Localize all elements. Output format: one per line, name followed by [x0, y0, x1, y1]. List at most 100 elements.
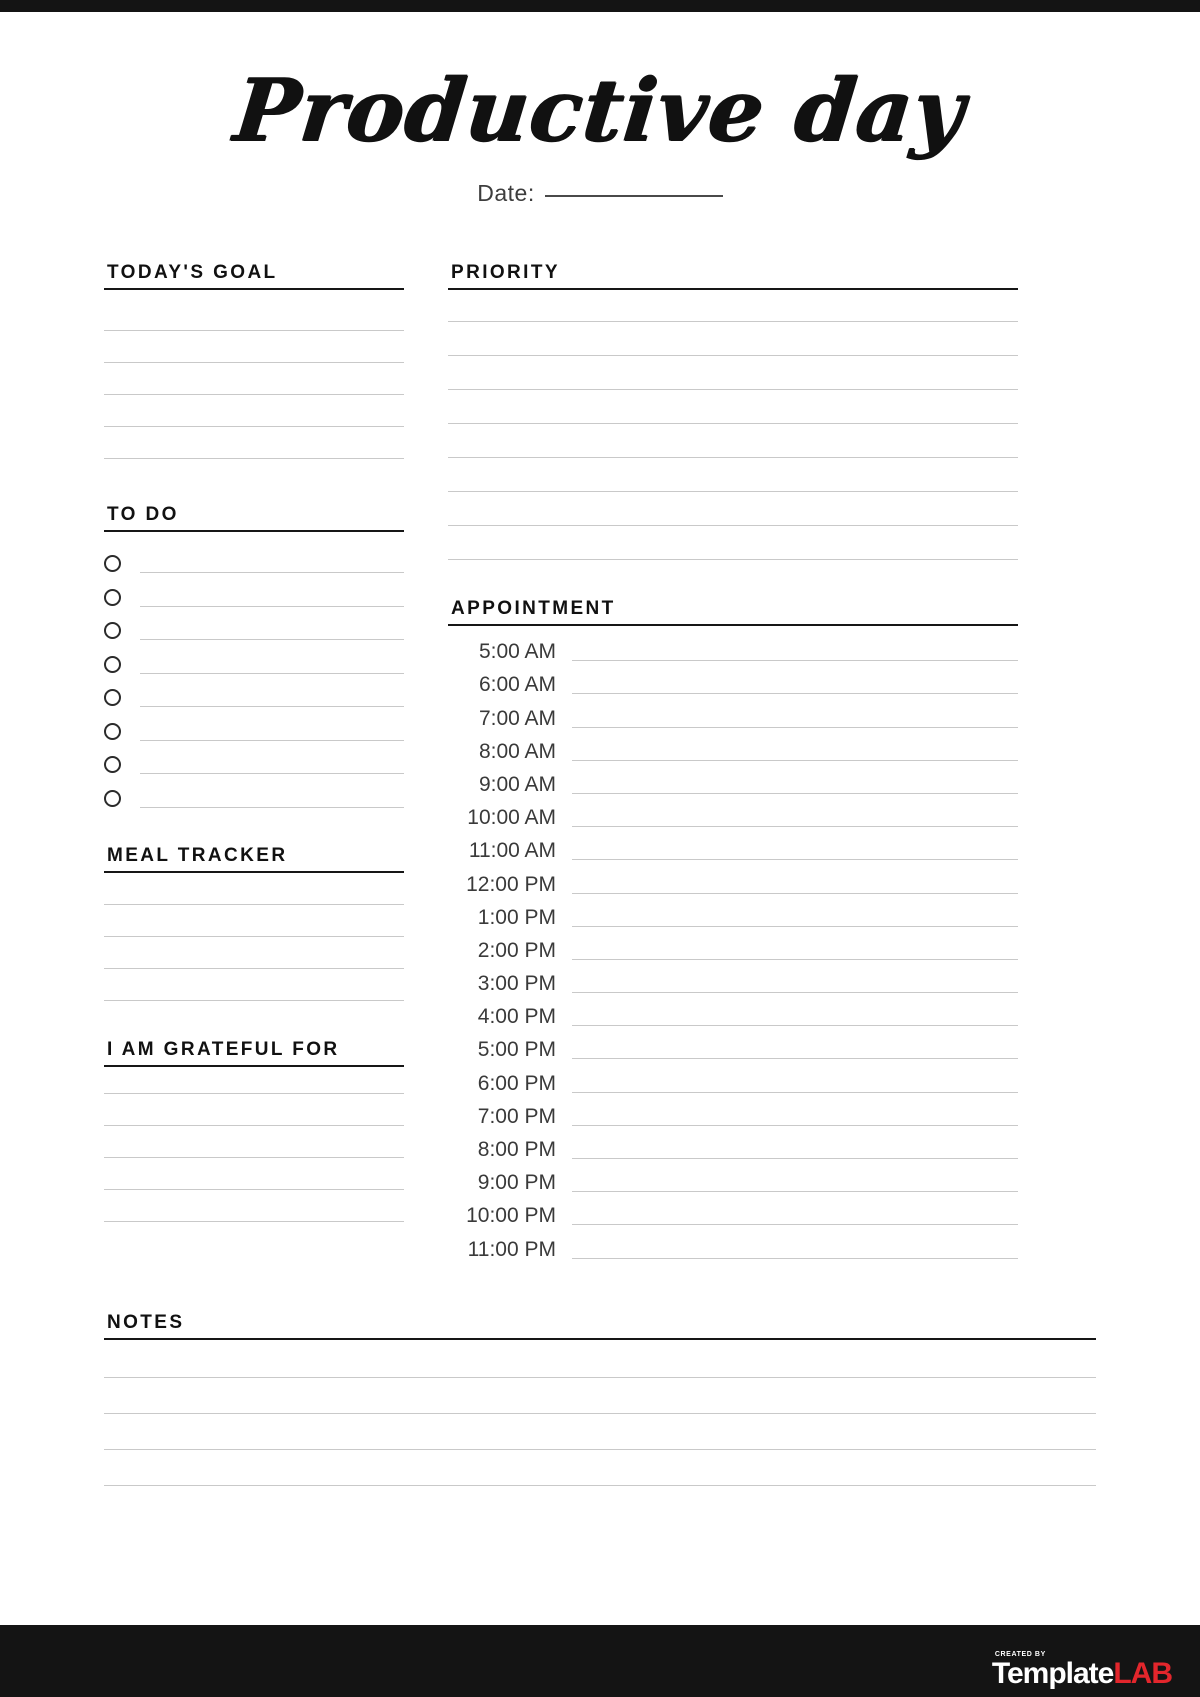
appointment-row: 8:00 PM [448, 1130, 1018, 1163]
to-do-input[interactable] [140, 739, 404, 741]
appointment-time-label: 5:00 PM [477, 1038, 556, 1062]
appointment-time-label: 9:00 AM [478, 772, 556, 796]
appointment-time-label: 9:00 PM [477, 1171, 556, 1195]
appointment-row: 9:00 AM [448, 765, 1018, 798]
appointment-row: 5:00 AM [448, 632, 1018, 665]
appointment-time-label: 11:00 PM [467, 1237, 556, 1261]
templatelab-logo: CREATED BY TemplateLAB [992, 1651, 1173, 1690]
page-title-text: Productive day [230, 60, 970, 161]
section-heading-priority: PRIORITY [451, 262, 560, 283]
appointment-input[interactable] [572, 892, 1018, 894]
to-do-item [104, 782, 404, 816]
to-do-item [104, 748, 404, 782]
logo-accent-text: LAB [1113, 1657, 1173, 1690]
appointment-input[interactable] [572, 826, 1018, 828]
appointment-time-label: 1:00 PM [477, 905, 556, 929]
appointment-time-label: 3:00 PM [477, 972, 556, 996]
appointment-input[interactable] [572, 759, 1018, 761]
section-todays-goal: TODAY'S GOAL [104, 262, 404, 459]
appointment-input[interactable] [572, 958, 1018, 960]
section-meal-tracker: MEAL TRACKER [104, 845, 404, 1001]
appointment-time-label: 5:00 AM [478, 640, 556, 664]
appointment-time-label: 10:00 PM [466, 1204, 556, 1228]
appointment-input[interactable] [572, 726, 1018, 728]
section-priority: PRIORITY [448, 262, 1018, 560]
appointment-time-label: 4:00 PM [477, 1005, 556, 1029]
section-heading-meal-tracker: MEAL TRACKER [107, 845, 288, 866]
checkbox-circle-icon[interactable] [104, 789, 121, 807]
priority-lines [448, 290, 1018, 560]
appointment-input[interactable] [572, 1158, 1018, 1159]
checkbox-circle-icon[interactable] [104, 756, 121, 774]
date-input[interactable] [544, 194, 723, 197]
logo-wordmark: TemplateLAB [992, 1657, 1173, 1690]
date-field-row: Date: [12, 180, 1188, 207]
section-heading-notes: NOTES [107, 1312, 185, 1333]
appointment-row: 12:00 PM [448, 864, 1018, 897]
appointment-row: 3:00 PM [448, 964, 1018, 997]
meal-tracker-lines [104, 873, 404, 1001]
checkbox-circle-icon[interactable] [104, 689, 121, 707]
notes-lines [104, 1340, 1096, 1486]
appointment-input[interactable] [572, 1224, 1018, 1226]
checkbox-circle-icon[interactable] [104, 555, 121, 573]
to-do-item [104, 614, 404, 648]
appointment-row: 7:00 AM [448, 698, 1018, 731]
appointment-time-label: 2:00 PM [477, 938, 556, 962]
date-label: Date: [477, 180, 535, 206]
to-do-input[interactable] [140, 706, 404, 708]
appointment-input[interactable] [572, 992, 1018, 994]
appointment-input[interactable] [572, 1058, 1018, 1060]
appointment-time-label: 7:00 PM [477, 1104, 556, 1128]
appointment-input[interactable] [572, 859, 1018, 861]
to-do-input[interactable] [140, 639, 404, 641]
grateful-line[interactable] [104, 1221, 404, 1222]
appointment-time-label: 7:00 AM [478, 706, 556, 730]
appointment-input[interactable] [572, 925, 1018, 927]
to-do-input[interactable] [140, 605, 404, 607]
appointment-input[interactable] [572, 1091, 1018, 1093]
priority-line[interactable] [448, 559, 1018, 560]
meal-tracker-line[interactable] [104, 1000, 404, 1001]
appointment-row: 1:00 PM [448, 898, 1018, 931]
section-heading-todays-goal: TODAY'S GOAL [107, 262, 278, 283]
appointment-input[interactable] [572, 1257, 1018, 1259]
notes-line[interactable] [104, 1485, 1096, 1486]
to-do-input[interactable] [140, 572, 404, 574]
to-do-input[interactable] [140, 672, 404, 674]
appointment-row: 6:00 PM [448, 1063, 1018, 1096]
page-bottom-bar: CREATED BY TemplateLAB [0, 1625, 1200, 1697]
checkbox-circle-icon[interactable] [104, 722, 121, 740]
appointment-input[interactable] [572, 1191, 1018, 1193]
checkbox-circle-icon[interactable] [104, 622, 121, 640]
to-do-input[interactable] [140, 773, 404, 775]
appointment-input[interactable] [572, 660, 1018, 662]
appointment-row: 11:00 AM [448, 831, 1018, 864]
section-heading-appointment: APPOINTMENT [451, 598, 616, 619]
checkbox-circle-icon[interactable] [104, 588, 121, 606]
todays-goal-lines [104, 290, 404, 459]
to-do-input[interactable] [140, 806, 404, 808]
appointment-row: 6:00 AM [448, 665, 1018, 698]
appointment-input[interactable] [572, 1124, 1018, 1126]
appointment-time-label: 6:00 PM [477, 1071, 556, 1095]
appointment-input[interactable] [572, 1025, 1018, 1027]
section-appointment: APPOINTMENT 5:00 AM 6:00 AM 7:00 AM 8:00… [448, 598, 1018, 1263]
checkbox-circle-icon[interactable] [104, 655, 121, 673]
appointment-input[interactable] [572, 792, 1018, 794]
section-heading-grateful: I AM GRATEFUL FOR [107, 1039, 340, 1060]
to-do-item [104, 681, 404, 715]
planner-sheet: Productive day Date: TODAY'S GOAL TO DO … [12, 12, 1188, 1553]
left-column: TODAY'S GOAL TO DO MEAL TRACKER I AM GRA… [104, 262, 404, 1222]
to-do-item [104, 581, 404, 615]
appointment-time-label: 8:00 PM [477, 1138, 556, 1161]
appointment-row: 10:00 PM [448, 1196, 1018, 1229]
grateful-lines [104, 1067, 404, 1222]
todays-goal-line[interactable] [104, 458, 404, 459]
appointment-time-label: 8:00 AM [478, 739, 556, 763]
appointment-input[interactable] [572, 693, 1018, 695]
appointment-row: 8:00 AM [448, 732, 1018, 765]
appointment-row: 10:00 AM [448, 798, 1018, 831]
appointment-row: 11:00 PM [448, 1229, 1018, 1262]
appointment-row: 5:00 PM [448, 1030, 1018, 1063]
